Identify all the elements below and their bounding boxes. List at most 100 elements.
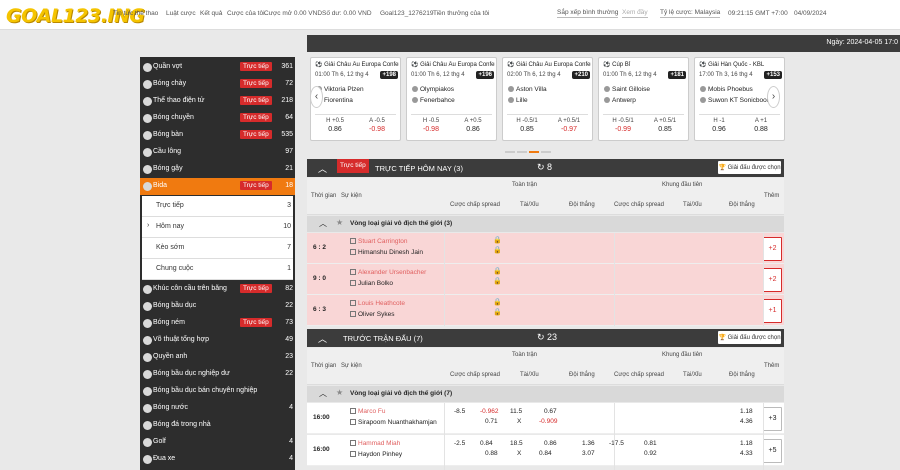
nav-rules[interactable]: Luật cược — [166, 10, 196, 17]
username[interactable]: Goal123_1276219 — [380, 10, 434, 17]
star-icon[interactable]: ★ — [336, 218, 343, 227]
market-count-badge[interactable]: +153 — [764, 71, 782, 79]
odds-cell[interactable]: A -0.5 -0.98 — [357, 118, 397, 133]
winner-away[interactable]: 3.07 — [582, 450, 595, 457]
over-odds[interactable]: 0.86 — [544, 440, 557, 447]
nav-news[interactable]: Tin tức thể thao — [113, 10, 158, 17]
market-count-badge[interactable]: +181 — [668, 71, 686, 79]
odds-cell[interactable]: H -0.5/1 -0.99 — [603, 118, 643, 133]
prematch-row[interactable]: 16:00 Marco Fu Sirapoom Nuanthakhamjan -8.5… — [307, 403, 784, 434]
handicap-odds-away[interactable]: 0.71 — [485, 418, 498, 425]
odds-cell[interactable]: A +0.5/1 -0.97 — [549, 118, 589, 133]
sidebar-item-mma[interactable]: Võ thuật tổng hợp 49 — [140, 332, 295, 349]
winner-home[interactable]: 1.36 — [582, 440, 595, 447]
half-winner-away[interactable]: 4.33 — [740, 450, 753, 457]
player-1[interactable]: Louis Heathcote — [350, 300, 405, 307]
sidebar-item-rugby[interactable]: Bóng bầu dục 22 — [140, 298, 295, 315]
featured-match-card[interactable]: ⚽ Cúp Bỉ 01:00 Th 6, 12 thg 4 +181 Saint Gi… — [598, 57, 689, 141]
odds-cell[interactable]: A +1 0.88 — [741, 118, 781, 133]
sidebar-item-billiards[interactable]: Bida Trực tiếp 18 — [140, 178, 295, 195]
nav-rewards[interactable]: Tiền thưởng của tôi — [433, 10, 489, 17]
prematch-row[interactable]: 16:00 Hammad Miah Haydon Pinhey -2.5 0.84 0.8… — [307, 435, 784, 466]
featured-match-card[interactable]: ⚽ Giải Châu Âu Europa Confer... 01:00 Th … — [310, 57, 401, 141]
selected-leagues-button[interactable]: 🏆 Giải đấu được chọn — [718, 331, 781, 344]
player-2[interactable]: Oliver Sykes — [350, 311, 394, 318]
market-count-badge[interactable]: +210 — [572, 71, 590, 79]
player-1[interactable]: Marco Fu — [350, 408, 385, 415]
odds-type-select[interactable]: Tỷ lệ cược: Malaysia — [660, 9, 721, 18]
half-handicap-home[interactable]: 0.81 — [644, 440, 657, 447]
odds-cell[interactable]: H -1 0.96 — [699, 118, 739, 133]
more-markets-button[interactable]: +2 — [763, 268, 782, 292]
sidebar-subitem[interactable]: Trực tiếp 3 — [142, 196, 293, 217]
featured-match-card[interactable]: ⚽ Giải Châu Âu Europa Confer... 01:00 Th … — [406, 57, 497, 141]
sidebar-item-baseball[interactable]: Bóng chày Trực tiếp 72 — [140, 76, 295, 93]
more-markets-button[interactable]: +1 — [763, 299, 782, 323]
carousel-next-icon[interactable]: › — [767, 86, 780, 108]
carousel-prev-icon[interactable]: ‹ — [310, 86, 323, 108]
live-match-row[interactable]: 6 : 3 Louis Heathcote Oliver Sykes 🔒 🔒 +1 — [307, 295, 784, 326]
sidebar-subitem[interactable]: Chung cuộc 1 — [142, 259, 293, 280]
refresh-icon[interactable]: ↻ 23 — [537, 332, 557, 343]
league-row[interactable]: ︿ ★ Vòng loại giải vô địch thế giới (3) — [307, 216, 784, 232]
sidebar-item-rugby-league[interactable]: Bóng bầu dục bán chuyên nghiệp — [140, 383, 295, 400]
odds-cell[interactable]: H -0.5/1 0.85 — [507, 118, 547, 133]
sidebar-subitem[interactable]: Kèo sớm 7 — [142, 238, 293, 259]
sidebar-subitem[interactable]: › Hôm nay 10 — [142, 217, 293, 238]
sidebar-item-futsal[interactable]: Bóng đá trong nhà — [140, 417, 295, 434]
nav-open-bets[interactable]: Cược mở 0.00 VND — [264, 10, 322, 17]
handicap-odds-away[interactable]: 0.88 — [485, 450, 498, 457]
half-winner-away[interactable]: 4.36 — [740, 418, 753, 425]
league-row[interactable]: ︿ ★ Vòng loại giải vô địch thế giới (7) — [307, 386, 784, 402]
collapse-icon[interactable]: ︿ — [319, 218, 327, 229]
odds-cell[interactable]: A +0.5/1 0.85 — [645, 118, 685, 133]
sidebar-item-table-tennis[interactable]: Bóng bàn Trực tiếp 535 — [140, 127, 295, 144]
collapse-icon[interactable]: ︿ — [319, 388, 327, 399]
search-input[interactable]: Xem đầy — [622, 9, 648, 18]
refresh-icon[interactable]: ↻ 8 — [537, 162, 552, 173]
player-2[interactable]: Haydon Pinhey — [350, 451, 402, 458]
live-match-row[interactable]: 6 : 2 Stuart Carrington Himanshu Dinesh Ja… — [307, 233, 784, 264]
pre-section-header[interactable]: ︿ TRƯỚC TRẬN ĐẤU (7) ↻ 23 🏆 Giải đấu đượ… — [307, 329, 784, 347]
selected-leagues-button[interactable]: 🏆 Giải đấu được chọn — [718, 161, 781, 174]
handicap-odds-home[interactable]: -0.962 — [480, 408, 498, 415]
odds-cell[interactable]: H -0.5 -0.98 — [411, 118, 451, 133]
half-winner-home[interactable]: 1.18 — [740, 440, 753, 447]
half-winner-home[interactable]: 1.18 — [740, 408, 753, 415]
sidebar-item-boxing[interactable]: Quyền anh 23 — [140, 349, 295, 366]
sidebar-item-ice-hockey[interactable]: Khúc côn cầu trên băng Trực tiếp 82 — [140, 281, 295, 298]
sidebar-item-tennis-ball[interactable]: Quần vợt Trực tiếp 361 — [140, 59, 295, 76]
more-markets-button[interactable]: +5 — [763, 439, 782, 463]
sidebar-item-rugby-union[interactable]: Bóng bầu dục nghiệp dư 22 — [140, 366, 295, 383]
sidebar-item-volleyball[interactable]: Bóng chuyền Trực tiếp 64 — [140, 110, 295, 127]
market-count-badge[interactable]: +196 — [476, 71, 494, 79]
sort-select[interactable]: Sắp xếp bình thường — [557, 9, 619, 18]
player-2[interactable]: Julian Bolko — [350, 280, 393, 287]
handicap-odds-home[interactable]: 0.84 — [480, 440, 493, 447]
sidebar-item-racing[interactable]: Đua xe 4 — [140, 451, 295, 468]
player-1[interactable]: Alexander Ursenbacher — [350, 269, 426, 276]
more-markets-button[interactable]: +3 — [763, 407, 782, 431]
sidebar-item-water-polo[interactable]: Bóng nước 4 — [140, 400, 295, 417]
under-odds[interactable]: -0.909 — [539, 418, 557, 425]
player-2[interactable]: Sirapoom Nuanthakhamjan — [350, 419, 437, 426]
over-odds[interactable]: 0.67 — [544, 408, 557, 415]
nav-my-bets[interactable]: Cược của tôi — [227, 10, 265, 17]
sidebar-item-badminton[interactable]: Cầu lông 97 — [140, 144, 295, 161]
live-section-header[interactable]: ︿ Trực tiếp TRỰC TIẾP HÔM NAY (3) ↻ 8 🏆 … — [307, 159, 784, 177]
featured-match-card[interactable]: ⚽ Giải Châu Âu Europa Confer... 02:00 Th … — [502, 57, 593, 141]
market-count-badge[interactable]: +198 — [380, 71, 398, 79]
player-1[interactable]: Hammad Miah — [350, 440, 400, 447]
sidebar-item-handball[interactable]: Bóng ném Trực tiếp 73 — [140, 315, 295, 332]
half-handicap-away[interactable]: 0.92 — [644, 450, 657, 457]
live-match-row[interactable]: 9 : 0 Alexander Ursenbacher Julian Bolko 🔒 🔒… — [307, 264, 784, 295]
collapse-icon[interactable]: ︿ — [318, 162, 327, 175]
sidebar-item-cricket[interactable]: Bóng gậy 21 — [140, 161, 295, 178]
odds-cell[interactable]: H +0.5 0.86 — [315, 118, 355, 133]
collapse-icon[interactable]: ︿ — [318, 332, 327, 345]
more-markets-button[interactable]: +2 — [763, 237, 782, 261]
sidebar-item-esports[interactable]: Thể thao điện tử Trực tiếp 218 — [140, 93, 295, 110]
sidebar-item-golf[interactable]: Golf 4 — [140, 434, 295, 451]
under-odds[interactable]: 0.84 — [539, 450, 552, 457]
nav-results[interactable]: Kết quả — [200, 10, 222, 17]
